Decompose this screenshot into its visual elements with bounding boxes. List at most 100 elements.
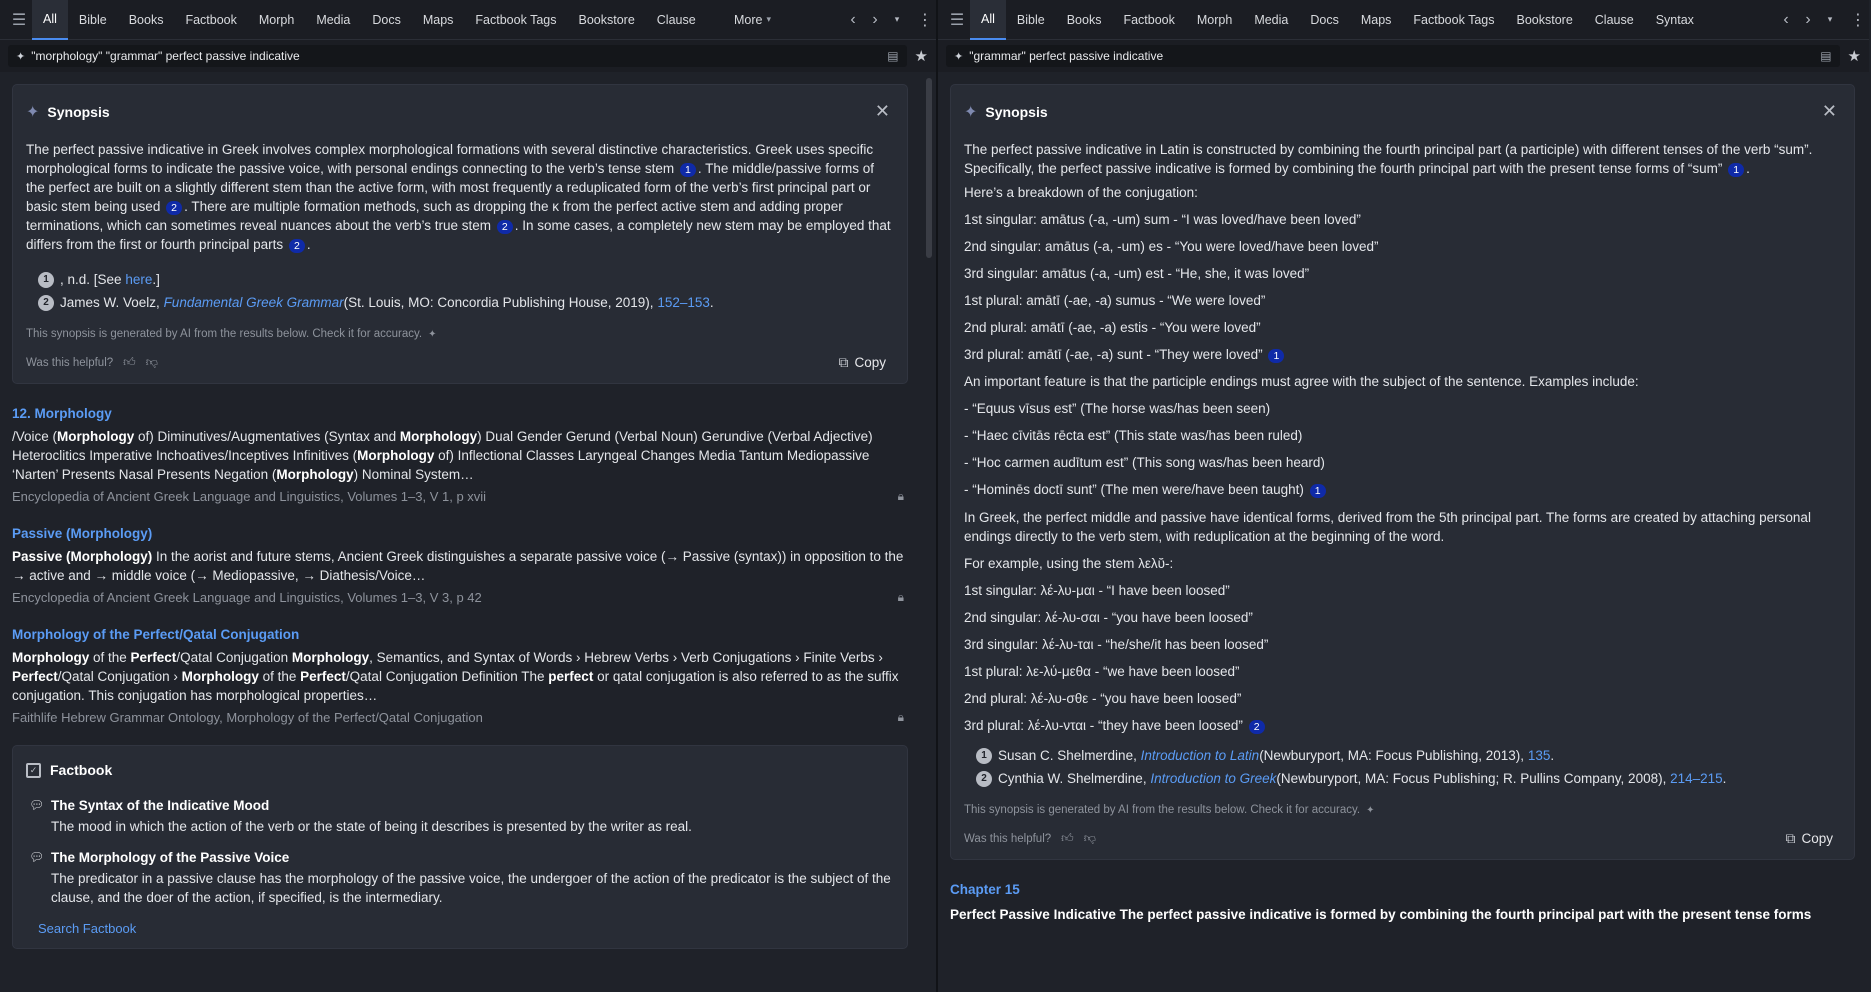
snippet-part: /Qatal Conjugation (176, 650, 292, 665)
copy-button[interactable]: ⧉ Copy (838, 354, 894, 371)
page-range-link[interactable]: 214–215 (1670, 767, 1723, 790)
tab-maps[interactable]: Maps (1350, 0, 1403, 40)
right-tab-list: All Bible Books Factbook Morph Media Docs Maps F… (970, 0, 1705, 40)
back-arrow-icon[interactable]: ‹ (842, 0, 864, 40)
citation-badge[interactable]: 1 (1728, 163, 1745, 177)
tab-bible[interactable]: Bible (1006, 0, 1056, 40)
thumbs-up-icon[interactable]: 👍︎ (123, 355, 136, 370)
tab-factbook[interactable]: Factbook (174, 0, 247, 40)
tab-books[interactable]: Books (1056, 0, 1113, 40)
citation-badge[interactable]: 2 (166, 201, 183, 215)
list-text: - “Equus vīsus est” (The horse was/has b… (964, 401, 1271, 416)
source-text: Faithlife Hebrew Grammar Ontology, Morph… (12, 710, 483, 725)
footnote-number: 1 (976, 747, 992, 764)
book-title-link[interactable]: Introduction to Latin (1141, 744, 1260, 767)
citation-badge[interactable]: 1 (679, 163, 696, 177)
more-tabs-button[interactable]: More ▾ (723, 0, 782, 40)
list-line: 1st singular: amātus (-a, -um) sum - “I … (964, 211, 1841, 229)
result-title[interactable]: Morphology of the Perfect/Qatal Conjugat… (12, 627, 908, 642)
favorite-star-icon[interactable]: ★ (1848, 47, 1861, 65)
forward-arrow-icon[interactable]: › (1797, 0, 1819, 40)
ai-disclaimer: This synopsis is generated by AI from th… (26, 328, 437, 340)
ai-sparkle-icon: ✦ (16, 50, 26, 63)
list-line: 2nd singular: λέ-λυ-σαι - “you have been… (964, 609, 1841, 627)
list-text: 2nd plural: λέ-λυ-σθε - “you have been l… (964, 691, 1242, 706)
tab-syntax[interactable]: Syntax (1645, 0, 1705, 40)
forward-arrow-icon[interactable]: › (864, 0, 886, 40)
result-source: Encyclopedia of Ancient Greek Language a… (12, 590, 908, 605)
book-title-link[interactable]: Fundamental Greek Grammar (164, 291, 344, 314)
page-range-link[interactable]: 152–153 (657, 291, 710, 314)
copy-button[interactable]: ⧉ Copy (1785, 830, 1841, 847)
tab-factbook[interactable]: Factbook (1112, 0, 1185, 40)
thumbs-down-icon[interactable]: 👎︎ (1084, 831, 1096, 846)
back-arrow-icon[interactable]: ‹ (1775, 0, 1797, 40)
snippet-part: perfect (548, 669, 594, 684)
history-chevron-icon[interactable]: ▾ (886, 0, 908, 40)
tab-all[interactable]: All (970, 0, 1006, 40)
more-label: More (733, 12, 763, 27)
thumbs-down-icon[interactable]: 👎︎ (146, 355, 158, 370)
list-text: 3rd plural: amātī (-ae, -a) sunt - “They… (964, 347, 1263, 362)
stem-line: For example, using the stem λελῠ-: (964, 556, 1174, 571)
factbook-icon: ✓ (26, 762, 41, 778)
scrollbar[interactable] (926, 78, 932, 258)
footnote-number: 2 (38, 294, 54, 311)
tab-morph[interactable]: Morph (248, 0, 305, 40)
keyboard-icon[interactable]: ▤ (1820, 49, 1831, 63)
favorite-star-icon[interactable]: ★ (915, 47, 928, 65)
tab-maps[interactable]: Maps (412, 0, 465, 40)
footnote-link[interactable]: here (125, 268, 152, 291)
history-chevron-icon[interactable]: ▾ (1819, 0, 1841, 40)
result-title[interactable]: 12. Morphology (12, 406, 908, 421)
tab-factbook-tags[interactable]: Factbook Tags (464, 0, 567, 40)
list-line: - “Hoc carmen audītum est” (This song wa… (964, 454, 1841, 472)
hamburger-menu-icon[interactable]: ☰ (944, 0, 970, 40)
tab-clause[interactable]: Clause (1584, 0, 1645, 40)
tab-all[interactable]: All (32, 0, 68, 40)
factbook-item-text: The Morphology of the Passive Voice The p… (51, 850, 894, 907)
search-input[interactable]: ✦ "grammar" perfect passive indicative ▤ (946, 45, 1840, 67)
tab-media[interactable]: Media (305, 0, 361, 40)
factbook-item[interactable]: 💬︎ The Syntax of the Indicative Mood The m… (26, 798, 894, 836)
page-range-link[interactable]: 135 (1528, 744, 1551, 767)
result-title[interactable]: Chapter 15 (950, 882, 1855, 897)
factbook-item[interactable]: 💬︎ The Morphology of the Passive Voice The… (26, 850, 894, 907)
close-icon[interactable]: ✕ (1822, 101, 1841, 122)
snippet-part: Morphology (181, 669, 259, 684)
tab-docs[interactable]: Docs (1299, 0, 1349, 40)
panel-menu-icon[interactable]: ⋮ (1847, 0, 1869, 40)
left-results: ✦ Synopsis ✕ The perfect passive indicat… (0, 72, 922, 992)
search-input[interactable]: ✦ "morphology" "grammar" perfect passive… (8, 45, 907, 67)
panel-menu-icon[interactable]: ⋮ (914, 0, 936, 40)
result-list: 12. Morphology/Voice (Morphology of) Dim… (12, 406, 908, 725)
book-title-link[interactable]: Introduction to Greek (1150, 767, 1276, 790)
synopsis-sparkle-icon: ✦ (964, 103, 978, 121)
tab-morph[interactable]: Morph (1186, 0, 1243, 40)
tab-clause[interactable]: Clause (646, 0, 707, 40)
synopsis-text: The perfect passive indicative in Greek … (26, 142, 891, 253)
synopsis-title: Synopsis (47, 103, 110, 120)
hamburger-menu-icon[interactable]: ☰ (6, 0, 32, 40)
result-source: Faithlife Hebrew Grammar Ontology, Morph… (12, 710, 908, 725)
result-title[interactable]: Passive (Morphology) (12, 526, 908, 541)
thumbs-up-icon[interactable]: 👍︎ (1061, 831, 1074, 846)
lock-icon: 🔒︎ (897, 489, 904, 503)
tab-books[interactable]: Books (118, 0, 175, 40)
tab-bookstore[interactable]: Bookstore (568, 0, 646, 40)
tab-docs[interactable]: Docs (361, 0, 411, 40)
citation-badge[interactable]: 2 (288, 239, 305, 253)
keyboard-icon[interactable]: ▤ (887, 49, 898, 63)
search-factbook-link[interactable]: Search Factbook (38, 921, 894, 936)
tab-factbook-tags[interactable]: Factbook Tags (1402, 0, 1505, 40)
tab-bible[interactable]: Bible (68, 0, 118, 40)
citation-badge[interactable]: 2 (1248, 720, 1265, 734)
close-icon[interactable]: ✕ (875, 101, 894, 122)
tab-bookstore[interactable]: Bookstore (1506, 0, 1584, 40)
citation-badge[interactable]: 1 (1309, 484, 1326, 498)
factbook-card: ✓ Factbook 💬︎ The Syntax of the Indicativ… (12, 745, 908, 949)
citation-badge[interactable]: 2 (496, 220, 513, 234)
citation-badge[interactable]: 1 (1268, 349, 1285, 363)
helpful-label: Was this helpful? (26, 356, 114, 369)
tab-media[interactable]: Media (1243, 0, 1299, 40)
